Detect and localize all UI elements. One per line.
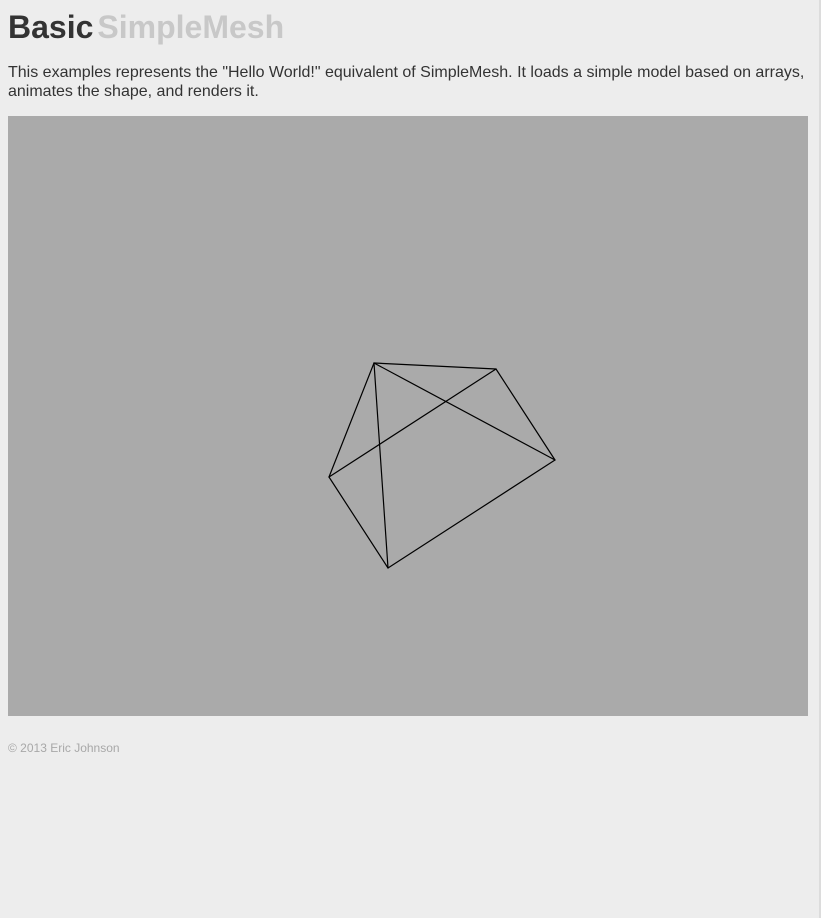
mesh-edge	[373, 362, 497, 370]
title-secondary: SimpleMesh	[97, 9, 285, 45]
mesh-edge	[373, 362, 556, 461]
wireframe-mesh	[328, 362, 556, 569]
intro-description: This examples represents the "Hello Worl…	[8, 64, 805, 100]
mesh-edge	[328, 476, 389, 569]
mesh-edge	[495, 368, 556, 461]
mesh-edge	[328, 368, 497, 478]
mesh-viewport	[328, 362, 556, 569]
render-canvas[interactable]	[8, 116, 808, 716]
page-title: Basic SimpleMesh	[8, 8, 284, 46]
title-primary: Basic	[8, 9, 94, 45]
footer-copyright: © 2013 Eric Johnson	[8, 741, 120, 755]
mesh-edge	[328, 362, 375, 478]
mesh-edge	[373, 362, 389, 569]
mesh-edge	[387, 459, 556, 569]
